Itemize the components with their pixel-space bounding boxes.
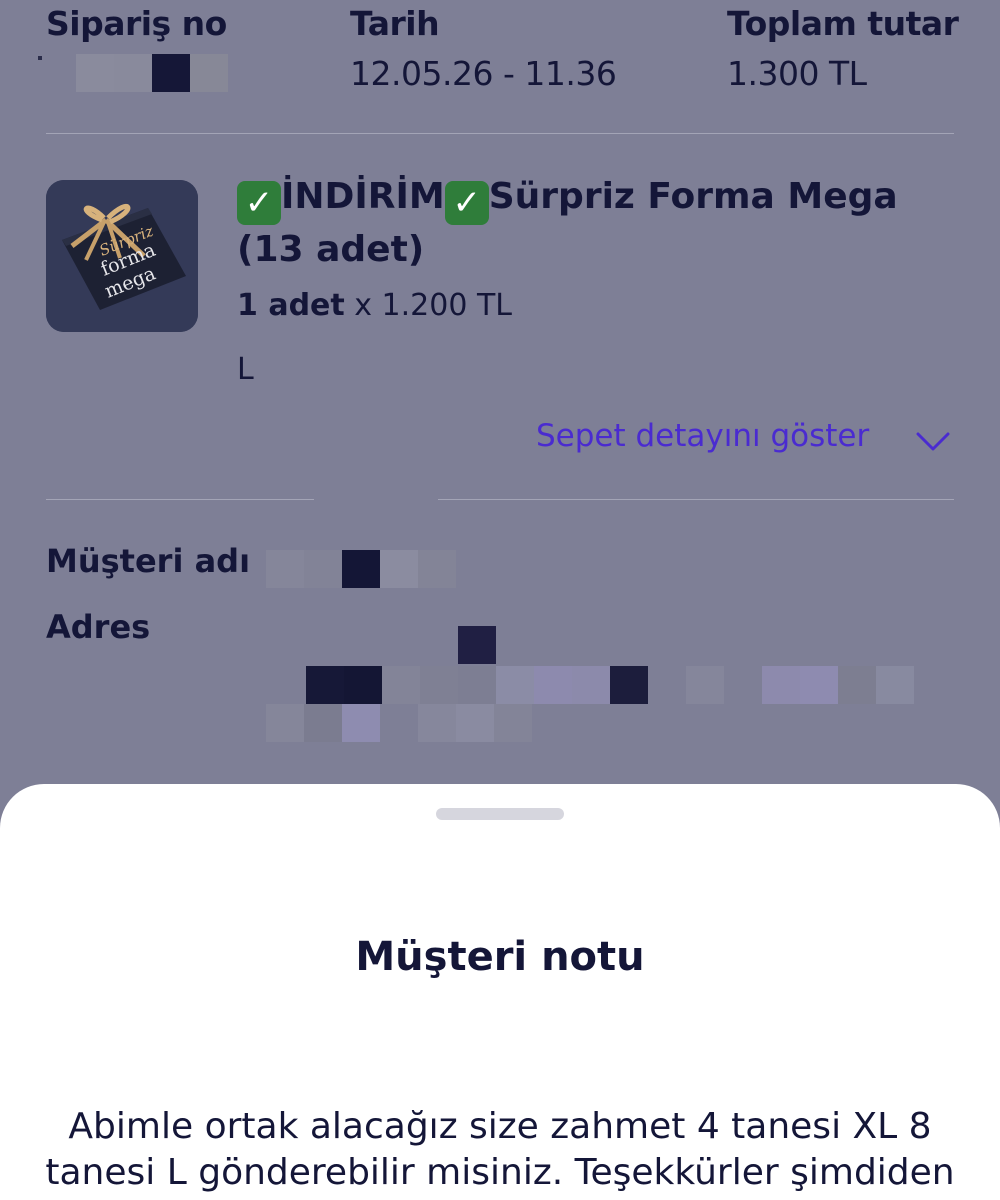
date-value: 12.05.26 - 11.36 [350, 54, 617, 93]
show-basket-details-link[interactable]: Sepet detayını göster [536, 418, 950, 464]
product-title: ✓ İNDİRİM ✓ Sürpriz Forma Mega (13 adet) [237, 172, 957, 274]
total-value: 1.300 TL [727, 54, 867, 93]
sheet-title: Müşteri notu [355, 934, 645, 980]
order-no-label: Sipariş no [46, 4, 227, 43]
product-title-part1: İNDİRİM [281, 176, 445, 217]
check-mark-icon: ✓ [237, 181, 281, 225]
product-size: L [237, 352, 254, 387]
customer-note-sheet[interactable]: Müşteri notu Abimle ortak alacağız size … [0, 784, 1000, 1200]
section-divider-right [438, 499, 954, 500]
product-title-part3: (13 adet) [237, 229, 425, 270]
order-detail-page: Sipariş no Tarih Toplam tutar 12.05.26 -… [0, 0, 1000, 1200]
section-divider-left [46, 499, 314, 500]
header-divider [46, 133, 954, 134]
customer-note-text: Abimle ortak alacağız size zahmet 4 tane… [45, 1106, 955, 1193]
sheet-drag-handle[interactable] [436, 808, 564, 820]
show-basket-details-label: Sepet detayını göster [536, 418, 870, 454]
customer-name-label: Müşteri adı [46, 542, 251, 580]
product-image[interactable]: Sürpriz forma mega [46, 180, 198, 332]
address-label: Adres [46, 608, 151, 646]
chevron-down-icon [916, 432, 950, 456]
product-quantity: 1 adet x 1.200 TL [237, 288, 512, 323]
order-no-redacted [38, 52, 238, 92]
product-title-part2: Sürpriz Forma Mega [488, 176, 898, 217]
date-label: Tarih [350, 4, 440, 43]
quantity-price: x 1.200 TL [344, 288, 513, 323]
total-label: Toplam tutar [727, 4, 959, 43]
address-redacted [266, 626, 926, 746]
customer-name-redacted [266, 550, 466, 588]
check-mark-icon: ✓ [444, 181, 489, 225]
quantity-count: 1 adet [237, 288, 345, 323]
gift-box-illustration: Sürpriz forma mega [46, 180, 198, 332]
